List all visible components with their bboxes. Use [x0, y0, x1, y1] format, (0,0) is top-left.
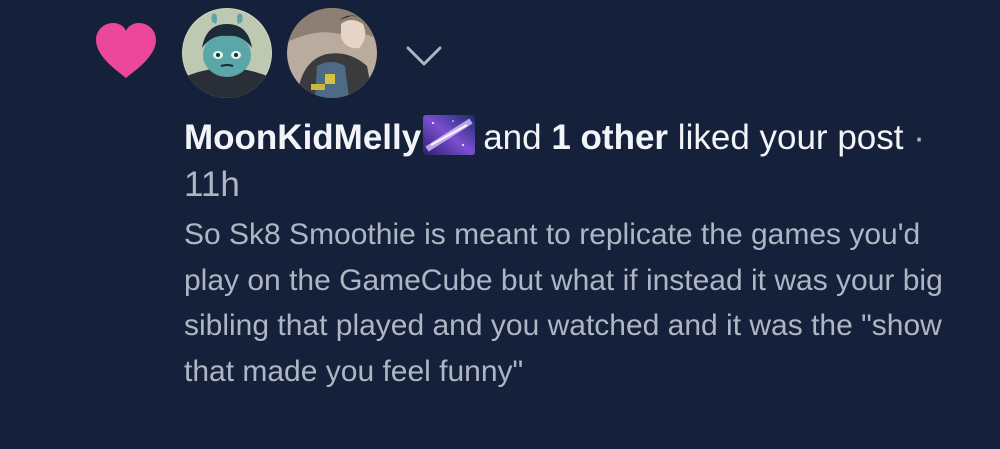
object-text: post — [837, 118, 904, 157]
expand-button[interactable] — [402, 40, 446, 70]
separator-dot: · — [913, 118, 925, 157]
avatar-image — [182, 8, 272, 98]
chevron-down-icon — [406, 46, 442, 66]
galaxy-emoji-icon — [423, 115, 476, 155]
liker-avatar-moonkidmelly[interactable] — [182, 8, 272, 98]
liker-avatar-other[interactable] — [287, 8, 377, 98]
like-notification[interactable]: MoonKidMelly and 1 other liked your post … — [0, 0, 1000, 449]
post-excerpt[interactable]: So Sk8 Smoothie is meant to replicate th… — [184, 212, 974, 394]
liker-name-link[interactable]: MoonKidMelly — [184, 118, 421, 157]
others-link[interactable]: 1 other — [551, 118, 668, 157]
conjunction-text: and — [483, 118, 542, 157]
action-text: liked your — [677, 118, 828, 157]
notification-headline: MoonKidMelly and 1 other liked your post … — [184, 114, 974, 208]
avatar-image — [287, 8, 377, 98]
timestamp: 11h — [184, 165, 240, 204]
heart-icon — [96, 23, 156, 78]
